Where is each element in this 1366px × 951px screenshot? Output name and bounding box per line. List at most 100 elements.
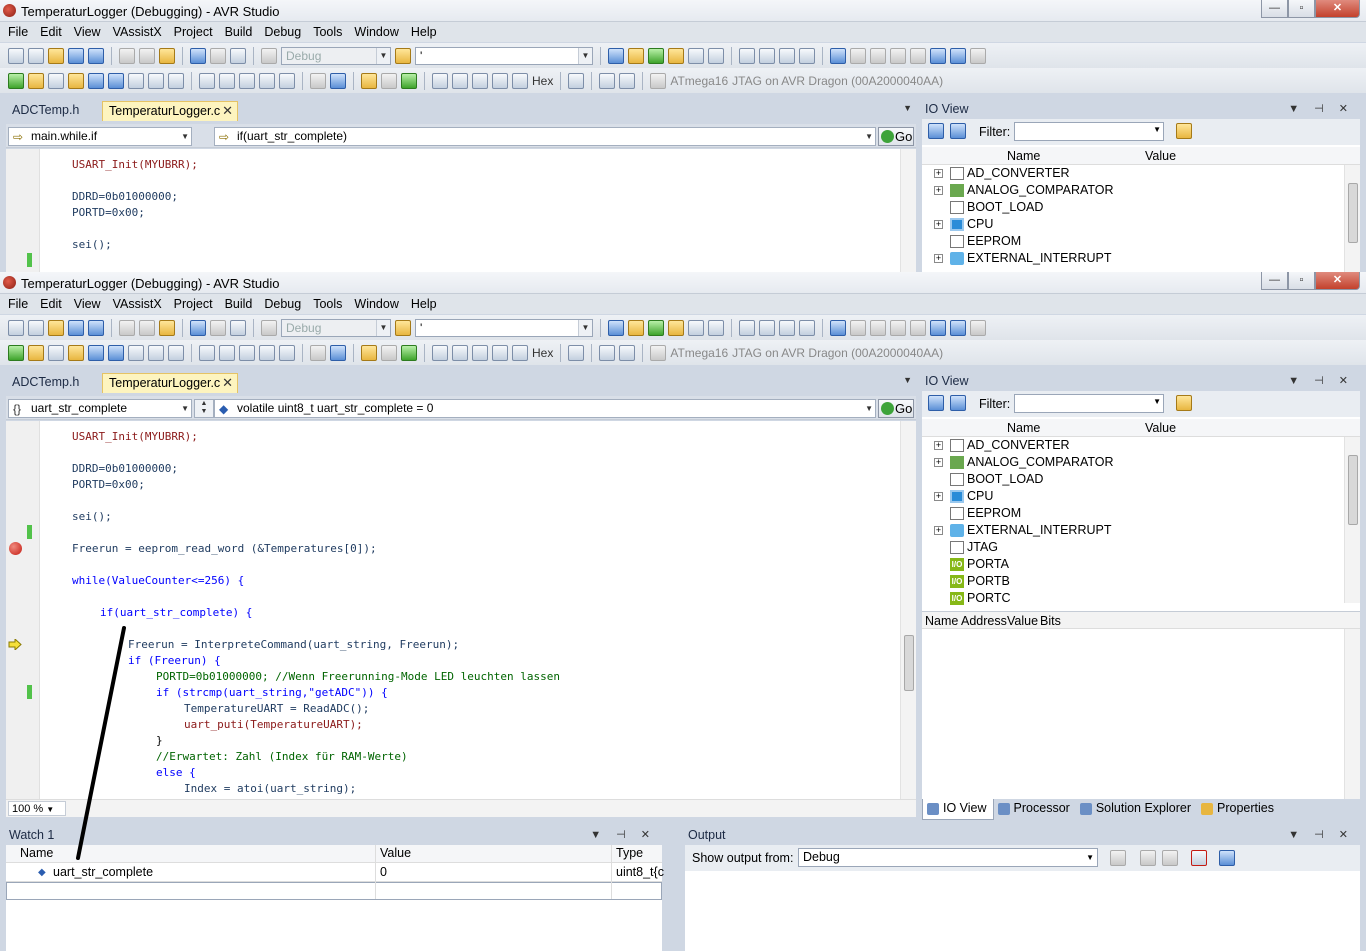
member-select[interactable]: ◆ volatile uint8_t uart_str_complete = 0 ▼ [214,399,876,418]
close-icon[interactable]: ✕ [222,102,233,120]
chevron-down-icon[interactable]: ▼ [903,103,912,113]
io-item[interactable]: I/O PORTC [922,590,1360,607]
menu-debug[interactable]: Debug [258,25,307,39]
replace-icon[interactable] [950,47,966,64]
stop-icon[interactable] [330,72,346,89]
menu-project[interactable]: Project [168,297,219,311]
options-icon[interactable] [970,319,986,336]
refactor-icon[interactable] [68,344,84,361]
add-item-icon[interactable] [28,319,44,336]
reset-icon[interactable] [512,72,528,89]
new-project-icon[interactable] [8,47,24,64]
add-item-icon[interactable] [28,47,44,64]
chevron-down-icon[interactable]: ▼ [903,375,912,385]
menu-help[interactable]: Help [405,25,443,39]
io-item[interactable]: + AD_CONVERTER [922,165,1360,182]
col-detail-value[interactable]: Value [1007,614,1038,628]
expand-icon[interactable]: + [934,220,943,229]
column-divider[interactable] [375,845,376,899]
stop-icon[interactable] [330,344,346,361]
list-methods-icon[interactable] [88,72,104,89]
outdent-icon[interactable] [759,319,775,336]
view-mode-2-icon[interactable] [950,395,966,411]
col-value[interactable]: Value [1145,149,1176,163]
solution-explorer-icon[interactable] [608,319,624,336]
menu-vassistx[interactable]: VAssistX [107,25,168,39]
menu-file[interactable]: File [2,25,34,39]
editor-scrollbar[interactable] [900,421,916,799]
save-all-icon[interactable] [88,47,104,64]
tool-label[interactable]: JTAG on AVR Dragon (00A2000040AA) [732,346,943,360]
editor-scrollbar[interactable] [900,149,916,272]
redo-icon[interactable] [210,319,226,336]
io-item[interactable]: EEPROM [922,233,1360,250]
device-label[interactable]: ATmega16 [670,74,728,88]
step-out-icon[interactable] [472,344,488,361]
view-mode-icon[interactable] [928,123,944,139]
io-view-title[interactable]: IO View ▼ ⊣ ✕ [922,371,1360,391]
indent-icon[interactable] [739,47,755,64]
code-icon[interactable] [128,72,144,89]
io-view-title[interactable]: IO View ▼ ⊣ ✕ [922,99,1360,119]
scope-select[interactable]: ⇨ main.while.if ▼ [8,127,192,146]
pin-icon[interactable]: ▼ ⊣ ✕ [1288,371,1354,391]
find-icon[interactable] [395,319,411,336]
close-button[interactable]: ✕ [1315,272,1360,290]
clear-bookmarks-icon[interactable] [890,319,906,336]
menu-help[interactable]: Help [405,297,443,311]
device-label[interactable]: ATmega16 [670,346,728,360]
step-out-icon[interactable] [472,72,488,89]
open-folder-icon[interactable] [48,47,64,64]
properties-icon[interactable] [628,319,644,336]
io-item[interactable]: I/O PORTA [922,556,1360,573]
check-icon[interactable] [8,72,24,89]
snippet-icon[interactable] [168,344,184,361]
run-to-cursor-icon[interactable] [492,72,508,89]
close-button[interactable]: ✕ [1315,0,1360,18]
window-icon[interactable] [219,344,235,361]
find-input[interactable]: ' ▼ [415,46,593,65]
memory-view-icon[interactable] [599,72,616,89]
col-detail-name[interactable]: Name [925,614,958,628]
device-programming-icon[interactable] [648,319,664,336]
bookmark-icon[interactable] [830,47,846,64]
device-icon[interactable] [668,47,684,64]
filter-input[interactable]: ▼ [1014,122,1164,141]
find-in-files-icon[interactable] [930,47,946,64]
device-chip-icon[interactable] [650,344,667,361]
menu-window[interactable]: Window [348,297,404,311]
hex-button[interactable]: Hex [532,74,553,88]
show-next-statement-icon[interactable] [361,72,377,89]
symbol-icon[interactable] [108,72,124,89]
edit-icon[interactable] [1176,123,1192,139]
snippet-icon[interactable] [168,72,184,89]
output-title[interactable]: Output ▼ ⊣ ✕ [685,825,1360,845]
menu-view[interactable]: View [68,25,107,39]
find-in-files-icon[interactable] [930,319,946,336]
menu-vassistx[interactable]: VAssistX [107,297,168,311]
next-bookmark-icon[interactable] [870,319,886,336]
menu-tools[interactable]: Tools [307,25,348,39]
memory-icon[interactable] [239,344,255,361]
tab-io-view[interactable]: IO View [922,799,994,820]
run-icon[interactable] [401,72,417,89]
menu-project[interactable]: Project [168,25,219,39]
tools-icon[interactable] [48,344,64,361]
indent-icon[interactable] [739,319,755,336]
toolbox-icon[interactable] [688,47,704,64]
save-icon[interactable] [68,319,84,336]
io-item[interactable]: JTAG [922,539,1360,556]
navigate-icon[interactable] [230,47,246,64]
member-select[interactable]: ⇨ if(uart_str_complete) ▼ [214,127,876,146]
redo-icon[interactable] [210,47,226,64]
undo-icon[interactable] [190,47,206,64]
open-file-icon[interactable] [28,72,44,89]
start-icon[interactable] [261,319,277,336]
view-mode-icon[interactable] [928,395,944,411]
list-methods-icon[interactable] [88,344,104,361]
io-scrollbar-thumb[interactable] [1348,183,1358,243]
copy-icon[interactable] [139,319,155,336]
check-icon[interactable] [8,344,24,361]
io-item[interactable]: I/O PORTB [922,573,1360,590]
io-item[interactable]: + EXTERNAL_INTERRUPT [922,250,1360,267]
